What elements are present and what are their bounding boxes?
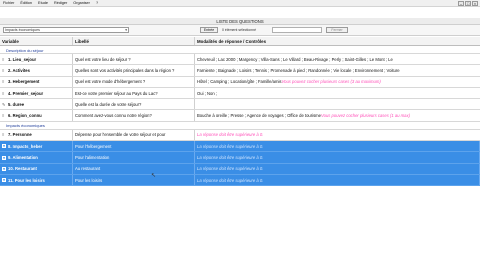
minimize-icon[interactable]: – [458, 1, 464, 6]
row-variable: 8. Impacts_heber [8, 143, 43, 149]
header-variable[interactable]: Variable [0, 37, 73, 45]
menu-bar: Fichier Édition Etude Rédiger Organiser … [0, 0, 480, 7]
menu-fichier[interactable]: Fichier [3, 1, 14, 5]
selection-count: 0 élément sélectionné [222, 28, 257, 32]
menu-etude[interactable]: Etude [38, 1, 48, 5]
menu-edition[interactable]: Édition [20, 1, 32, 5]
row-variable: 10. Restaurant [8, 166, 37, 172]
table-row-selected[interactable]: ☑ 9. Alimentation Pour l'alimentation La … [0, 152, 480, 164]
table-row-selected[interactable]: ☑ 8. Impacts_heber Pour l'hébergement La … [0, 141, 480, 153]
maximize-icon[interactable]: □ [465, 1, 471, 6]
table-header: Variable Libellé Modalités de réponse / … [0, 37, 480, 46]
row-variable: 11. Pour les loisirs [8, 177, 45, 183]
menu-rediger[interactable]: Rédiger [54, 1, 67, 5]
table-row-selected[interactable]: ☑ 10. Restaurant Au restaurant La réponse… [0, 163, 480, 175]
table-row[interactable]: ✎ 5. duree Quelle est la durée de votre s… [0, 99, 480, 111]
row-note: La réponse doit être supérieure à 0. [197, 177, 264, 183]
row-variable: 2. Activites [8, 67, 30, 73]
table-row[interactable]: ≡ 1. Lieu_sejour Quel est votre lieu de s… [0, 54, 480, 66]
row-variable: 3. Hebergement [8, 79, 40, 85]
row-label: Pour l'hébergement [73, 141, 195, 152]
checkbox-icon[interactable]: ☑ [2, 178, 6, 183]
row-label: Est-ce votre premier séjour au Pays du L… [73, 87, 195, 99]
row-variable: 7. Personne [8, 132, 32, 138]
checkbox-icon[interactable]: ☑ [2, 144, 6, 149]
row-note: La réponse doit être supérieure à 0. [197, 166, 264, 172]
row-label: Au restaurant [73, 163, 195, 174]
question-select-value: Impacts économiques [5, 28, 40, 32]
row-label: Quel est votre mode d'hébergement ? [73, 76, 195, 87]
row-variable: 6. Region_connu [8, 113, 42, 119]
fermer-button[interactable]: Fermer [326, 27, 348, 33]
row-modalities: Chevreuil ; Lac 2000 ; Margency ; Villa-… [197, 56, 393, 62]
row-modalities: Oui ; Non ; [197, 90, 218, 96]
header-label[interactable]: Libellé [73, 37, 195, 45]
table-row[interactable]: ≡ 2. Activites Quelles sont vos activités… [0, 65, 480, 77]
section-label: Impacts économiques [6, 123, 45, 129]
window-title: LISTE DES QUESTIONS [0, 18, 480, 25]
table-row[interactable]: ≡ 4. Premier_sejour Est-ce votre premier … [0, 87, 480, 100]
row-modalities: Hôtel ; Camping ; Location/gîte ; Famill… [197, 79, 282, 85]
row-modalities: Bouche à oreille ; Presse ; Agence de vo… [197, 113, 321, 119]
row-label: Quelle est la durée de votre séjour? [73, 99, 195, 110]
row-note: La réponse doit être supérieure à 0. [197, 132, 264, 138]
header-modalities[interactable]: Modalités de réponse / Contrôles [195, 37, 480, 45]
table-row[interactable]: ≡ 7. Personne Dépense pour l'ensemble de … [0, 129, 480, 142]
section-label: Description du séjour [6, 47, 44, 53]
chevron-down-icon: ▾ [125, 28, 127, 32]
checkbox-icon[interactable]: ☑ [2, 166, 6, 171]
row-note: La réponse doit être supérieure à 0. [197, 143, 264, 149]
row-label: Quelles sont vos activités principales d… [73, 65, 195, 76]
toolbar-field[interactable] [272, 27, 322, 33]
mouse-cursor-icon: ↖ [151, 173, 157, 179]
entree-button[interactable]: Entrée [200, 27, 218, 33]
row-label: Pour les loisirs [73, 174, 195, 186]
table-row[interactable]: ≡ 6. Region_connu Comment avez-vous connu… [0, 110, 480, 122]
section-description-sejour[interactable]: Description du séjour [0, 46, 480, 54]
window-controls: – □ × [457, 0, 478, 7]
section-impacts-economiques[interactable]: Impacts économiques [0, 122, 480, 130]
questions-table: Variable Libellé Modalités de réponse / … [0, 37, 480, 187]
row-variable: 9. Alimentation [8, 155, 38, 161]
menu-organiser[interactable]: Organiser [73, 1, 90, 5]
row-label: Pour l'alimentation [73, 152, 195, 163]
row-label: Comment avez-vous connu notre région? [73, 110, 195, 121]
toolbar: Impacts économiques ▾ Entrée 0 élément s… [0, 25, 480, 36]
checkbox-icon[interactable]: ☑ [2, 155, 6, 160]
row-note: La réponse doit être supérieure à 0. [197, 155, 264, 161]
row-variable: 1. Lieu_sejour [8, 56, 37, 62]
row-label: Dépense pour l'ensemble de votre séjour … [73, 129, 195, 141]
table-row-selected[interactable]: ☑ 11. Pour les loisirs Pour les loisirs L… [0, 174, 480, 187]
question-select[interactable]: Impacts économiques ▾ [3, 27, 129, 33]
row-modalities: Farniente ; Baignade ; Loisirs ; Tennis … [197, 67, 400, 73]
table-row[interactable]: ≡ 3. Hebergement Quel est votre mode d'hé… [0, 76, 480, 88]
menu-help[interactable]: ? [96, 1, 98, 5]
row-note: Vous pouvez cocher plusieurs cases (3 au… [281, 79, 381, 85]
row-variable: 5. duree [8, 101, 25, 107]
row-label: Quel est votre lieu de séjour ? [73, 54, 195, 65]
row-note: Vous pouvez cocher plusieurs cases (1 au… [321, 113, 410, 119]
row-variable: 4. Premier_sejour [8, 90, 44, 96]
close-icon[interactable]: × [472, 1, 478, 6]
